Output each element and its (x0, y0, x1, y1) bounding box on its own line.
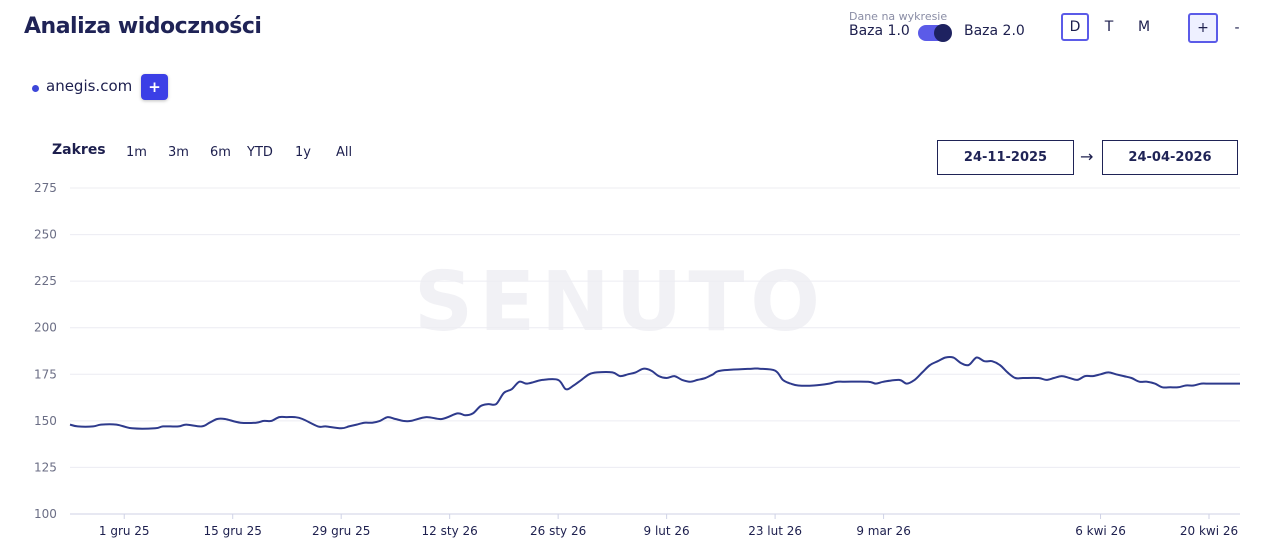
y-tick-label: 150 (34, 414, 57, 428)
x-axis: 1 gru 25 15 gru 25 29 gru 25 12 sty 26 26 st… (99, 514, 1238, 538)
x-tick-label: 1 gru 25 (99, 524, 150, 538)
x-tick-label: 12 sty 26 (422, 524, 478, 538)
y-axis: 100 125 150 175 200 225 250 275 (34, 181, 57, 521)
chart-grid (70, 187, 1240, 515)
x-tick-label: 20 kwi 26 (1180, 524, 1238, 538)
y-tick-label: 100 (34, 507, 57, 521)
x-tick-label: 23 lut 26 (748, 524, 802, 538)
visibility-chart[interactable]: SENUTO 100 125 150 175 200 225 250 275 1 gru 25… (0, 0, 1273, 547)
x-tick-label: 6 kwi 26 (1075, 524, 1126, 538)
x-tick-label: 26 sty 26 (530, 524, 586, 538)
x-tick-label: 9 mar 26 (856, 524, 911, 538)
y-tick-label: 175 (34, 367, 57, 381)
x-tick-label: 15 gru 25 (204, 524, 262, 538)
y-tick-label: 125 (34, 460, 57, 474)
x-tick-label: 9 lut 26 (644, 524, 690, 538)
y-tick-label: 275 (34, 181, 57, 195)
x-tick-label: 29 gru 25 (312, 524, 370, 538)
y-tick-label: 200 (34, 321, 57, 335)
y-tick-label: 250 (34, 228, 57, 242)
y-tick-label: 225 (34, 274, 57, 288)
watermark: SENUTO (414, 255, 826, 350)
series-line-anegis[interactable] (69, 355, 1240, 430)
